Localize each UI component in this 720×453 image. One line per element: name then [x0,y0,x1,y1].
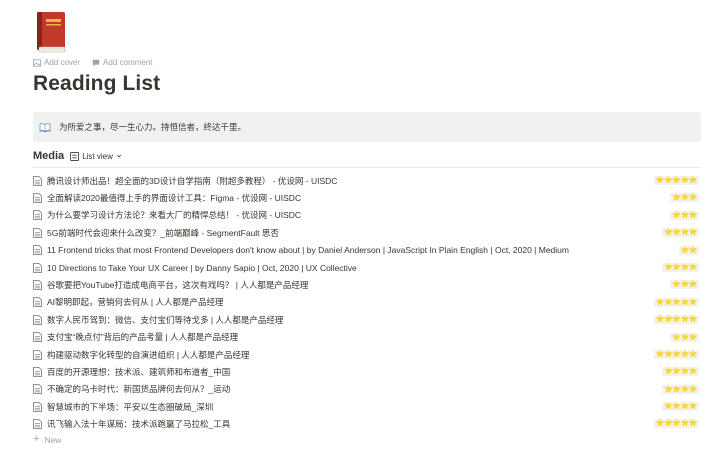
list-item[interactable]: 全面解读2020最值得上手的界面设计工具：Figma - 优设网 - UISDC… [33,189,701,206]
list-item[interactable]: 智慧城市的下半场：平安以生态圈破局_深圳 ⭐⭐⭐⭐ [33,398,701,415]
page-actions: Add cover Add comment [33,58,152,67]
list-item[interactable]: 讯飞输入法十年谋局：技术派跑赢了马拉松_工具 ⭐⭐⭐⭐⭐ [33,415,701,432]
rating-badge: ⭐⭐⭐⭐ [662,262,699,272]
page-icon [33,210,42,221]
item-title[interactable]: 5G前端时代会迎来什么改变？_前端巅峰 - SegmentFault 思否 [47,227,279,239]
rating-badge: ⭐⭐⭐⭐ [662,402,699,412]
list-item[interactable]: 10 Directions to Take Your UX Career | b… [33,259,701,276]
item-title[interactable]: 不确定的乌卡时代：新国货品牌何去何从？_运动 [47,383,230,395]
item-title[interactable]: AI黎明即起，营销何去何从 | 人人都是产品经理 [47,296,223,308]
list-view-icon [70,151,80,161]
image-icon [33,58,41,67]
rating-badge: ⭐⭐ [678,245,699,255]
rating-badge: ⭐⭐⭐⭐ [662,367,699,377]
view-switcher[interactable]: List view [70,152,122,161]
item-title[interactable]: 构建驱动数字化转型的自演进组织 | 人人都是产品经理 [47,349,249,361]
page-icon [33,245,42,256]
rating-badge: ⭐⭐⭐⭐⭐ [653,349,699,359]
chevron-down-icon [116,154,121,158]
open-book-icon[interactable] [39,121,51,133]
item-title[interactable]: 全面解读2020最值得上手的界面设计工具：Figma - 优设网 - UISDC [47,192,301,204]
plus-icon: + [33,433,40,445]
item-title[interactable]: 谷歌要把YouTube打造成电商平台，这次有戏吗？ | 人人都是产品经理 [47,279,308,291]
list-item[interactable]: 不确定的乌卡时代：新国货品牌何去何从？_运动 ⭐⭐⭐⭐ [33,381,701,398]
item-title[interactable]: 10 Directions to Take Your UX Career | b… [47,263,357,273]
new-label: New [44,434,62,445]
rating-badge: ⭐⭐⭐ [670,280,699,290]
item-title[interactable]: 百度的开源理想：技术派、建筑师和布道者_中国 [47,366,230,378]
callout-text: 为所爱之事，尽一生心力。持恒信者，终达千里。 [59,122,247,132]
rating-badge: ⭐⭐⭐⭐⭐ [653,176,699,185]
red-book-icon[interactable] [35,11,68,53]
page-icon [33,314,42,325]
item-title[interactable]: 腾讯设计师出品！超全面的3D设计自学指南（附超多教程） - 优设网 - UISD… [47,175,337,187]
comment-icon [92,59,100,66]
list-item[interactable]: 11 Frontend tricks that most Frontend De… [33,242,701,259]
page-icon [33,193,42,203]
add-cover-button[interactable]: Add cover [33,58,80,67]
add-comment-button[interactable]: Add comment [92,58,152,67]
list-item[interactable]: 百度的开源理想：技术派、建筑师和布道者_中国 ⭐⭐⭐⭐ [33,363,701,380]
page-icon [33,280,42,290]
page-icon [33,367,42,377]
item-title[interactable]: 讯飞输入法十年谋局：技术派跑赢了马拉松_工具 [47,418,230,430]
page-icon [33,384,42,395]
page-icon [33,262,42,273]
item-title[interactable]: 支付宝“晚点付”背后的产品考量 | 人人都是产品经理 [47,331,238,343]
database-title[interactable]: Media [33,150,64,162]
rating-badge: ⭐⭐⭐⭐ [662,228,699,238]
media-list: 腾讯设计师出品！超全面的3D设计自学指南（附超多教程） - 优设网 - UISD… [33,172,701,433]
rating-badge: ⭐⭐⭐⭐ [662,384,699,394]
add-cover-label: Add cover [44,58,81,67]
list-item[interactable]: 腾讯设计师出品！超全面的3D设计自学指南（附超多教程） - 优设网 - UISD… [33,172,701,189]
rating-badge: ⭐⭐⭐ [670,332,699,342]
rating-badge: ⭐⭐⭐ [670,193,699,203]
rating-badge: ⭐⭐⭐⭐⭐ [653,315,699,325]
list-item[interactable]: 5G前端时代会迎来什么改变？_前端巅峰 - SegmentFault 思否 ⭐⭐⭐… [33,224,701,241]
page-icon [33,175,42,186]
item-title[interactable]: 智慧城市的下半场：平安以生态圈破局_深圳 [47,401,213,413]
database-header: Media List view [33,150,122,162]
page-icon [33,401,42,412]
new-item-button[interactable]: + New [33,434,61,445]
list-item[interactable]: 谷歌要把YouTube打造成电商平台，这次有戏吗？ | 人人都是产品经理 ⭐⭐⭐ [33,276,701,293]
page-title[interactable]: Reading List [33,72,160,96]
item-title[interactable]: 11 Frontend tricks that most Frontend De… [47,245,569,255]
list-item[interactable]: 支付宝“晚点付”背后的产品考量 | 人人都是产品经理 ⭐⭐⭐ [33,329,701,346]
database-divider [33,167,701,168]
page-icon [33,349,42,360]
item-title[interactable]: 数字人民币驾到：微信、支付宝们等待戈多 | 人人都是产品经理 [47,314,283,326]
callout-block[interactable]: 为所爱之事，尽一生心力。持恒信者，终达千里。 [33,112,701,142]
add-comment-label: Add comment [103,58,153,67]
list-item[interactable]: 数字人民币驾到：微信、支付宝们等待戈多 | 人人都是产品经理 ⭐⭐⭐⭐⭐ [33,311,701,328]
page-icon [33,419,42,430]
rating-badge: ⭐⭐⭐⭐⭐ [653,419,699,429]
view-label: List view [82,151,113,161]
list-item[interactable]: 为什么要学习设计方法论？来看大厂的精悍总结！ - 优设网 - UISDC ⭐⭐⭐ [33,207,701,224]
item-title[interactable]: 为什么要学习设计方法论？来看大厂的精悍总结！ - 优设网 - UISDC [47,209,301,221]
list-item[interactable]: 构建驱动数字化转型的自演进组织 | 人人都是产品经理 ⭐⭐⭐⭐⭐ [33,346,701,363]
page-icon [33,297,42,308]
rating-badge: ⭐⭐⭐⭐⭐ [653,297,699,307]
page-icon [33,332,42,343]
list-item[interactable]: AI黎明即起，营销何去何从 | 人人都是产品经理 ⭐⭐⭐⭐⭐ [33,294,701,311]
page-icon [33,227,42,238]
rating-badge: ⭐⭐⭐ [670,210,699,220]
